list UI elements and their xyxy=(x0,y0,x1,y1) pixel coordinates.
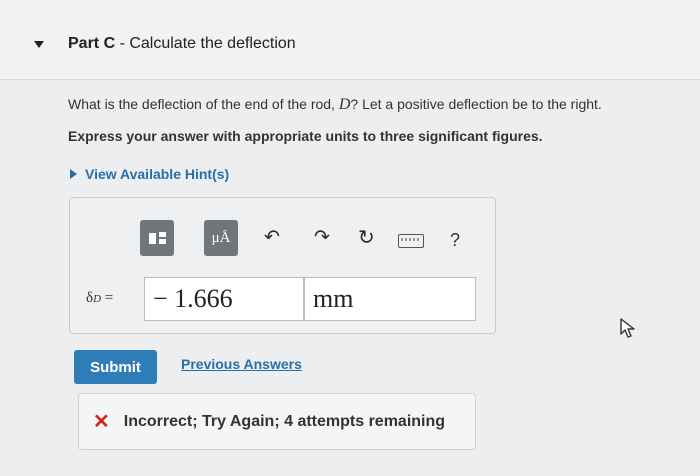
redo-icon[interactable]: ↷ xyxy=(314,228,330,248)
templates-button[interactable] xyxy=(140,220,174,256)
reset-icon[interactable]: ↻ xyxy=(358,228,375,248)
answer-units: mm xyxy=(313,284,354,313)
part-label: Part C xyxy=(68,35,116,52)
feedback-text: Incorrect; Try Again; 4 attempts remaini… xyxy=(123,412,446,430)
question-text-after: ? Let a positive deflection be to the ri… xyxy=(350,96,602,112)
answer-subscript: D xyxy=(93,293,102,305)
question-text: What is the deflection of the end of the… xyxy=(68,96,602,114)
answer-equals: = xyxy=(101,290,114,306)
question-variable: D xyxy=(338,96,351,113)
view-hints-label: View Available Hint(s) xyxy=(85,166,230,182)
answer-units-input[interactable]: mm xyxy=(304,277,476,321)
submit-button[interactable]: Submit xyxy=(74,350,157,384)
incorrect-icon: ✕ xyxy=(93,411,110,433)
answer-value: − 1.666 xyxy=(153,284,233,313)
view-hints-link[interactable]: View Available Hint(s) xyxy=(70,166,229,182)
part-title: Part C - Calculate the deflection xyxy=(68,35,296,53)
answer-instruction: Express your answer with appropriate uni… xyxy=(68,128,543,144)
mouse-cursor-icon xyxy=(620,318,635,338)
part-separator: - xyxy=(115,35,130,52)
collapse-toggle-icon[interactable] xyxy=(34,41,44,48)
expand-triangle-icon xyxy=(70,169,77,179)
units-button[interactable]: μÅ xyxy=(204,220,238,256)
answer-panel: μÅ ↶ ↷ ↻ ? δD = − 1.666 mm xyxy=(69,197,496,334)
previous-answers-link[interactable]: Previous Answers xyxy=(181,356,302,372)
feedback-message: ✕ Incorrect; Try Again; 4 attempts remai… xyxy=(78,393,476,450)
units-button-label: μÅ xyxy=(211,229,231,246)
question-text-before: What is the deflection of the end of the… xyxy=(68,96,339,112)
part-title-text: Calculate the deflection xyxy=(129,35,296,52)
part-header: Part C - Calculate the deflection xyxy=(0,0,700,80)
answer-label: δD = xyxy=(86,290,113,307)
undo-icon[interactable]: ↶ xyxy=(264,228,280,248)
answer-value-input[interactable]: − 1.666 xyxy=(144,277,304,321)
help-icon[interactable]: ? xyxy=(450,230,460,251)
keyboard-icon[interactable] xyxy=(398,234,424,248)
templates-icon xyxy=(148,232,166,244)
